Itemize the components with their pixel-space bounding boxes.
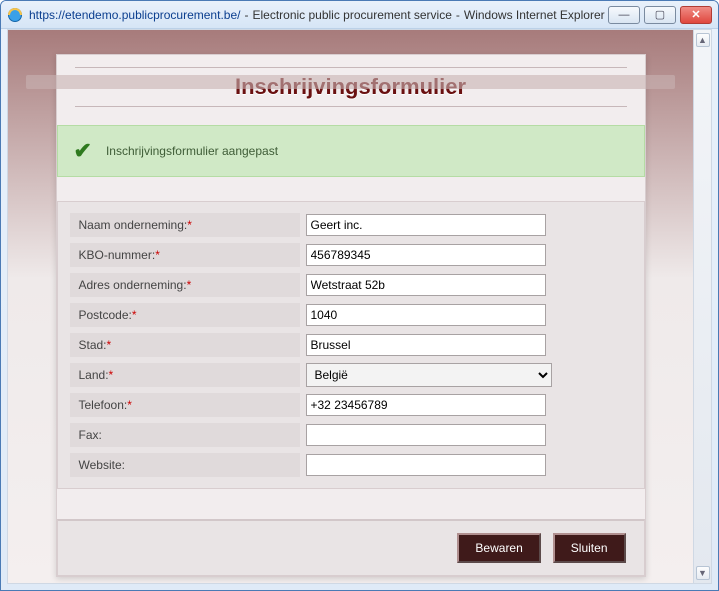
row-fax: Fax: [70, 420, 632, 450]
ie-icon [7, 7, 23, 23]
postcode-label: Postcode: [79, 308, 132, 322]
button-bar: Bewaren Sluiten [57, 519, 645, 576]
form-sheet: Inschrijvingsformulier ✔ Inschrijvingsfo… [56, 54, 646, 577]
city-label: Stad: [79, 338, 107, 352]
row-kbo: KBO-nummer:* [70, 240, 632, 270]
success-alert: ✔ Inschrijvingsformulier aangepast [57, 125, 645, 177]
content-shell: Inschrijvingsformulier ✔ Inschrijvingsfo… [8, 30, 693, 583]
titlebar: https://etendemo.publicprocurement.be/ -… [1, 1, 718, 29]
postcode-input[interactable] [306, 304, 546, 326]
header-band [26, 75, 675, 89]
website-input[interactable] [306, 454, 546, 476]
title-service: Electronic public procurement service [252, 8, 451, 22]
company-label: Naam onderneming: [79, 218, 188, 232]
required-marker: * [127, 398, 132, 412]
scroll-up-button[interactable]: ▲ [696, 33, 710, 47]
required-marker: * [132, 308, 137, 322]
client-area: Inschrijvingsformulier ✔ Inschrijvingsfo… [7, 29, 712, 584]
row-phone: Telefoon:* [70, 390, 632, 420]
title-browser: Windows Internet Explorer [464, 8, 605, 22]
country-label: Land: [79, 368, 109, 382]
row-city: Stad:* [70, 330, 632, 360]
form-block: Naam onderneming:* KBO-nummer:* Adres on… [57, 201, 645, 489]
close-window-button[interactable]: ✕ [680, 6, 712, 24]
check-icon: ✔ [74, 138, 92, 164]
fax-label: Fax: [79, 428, 102, 442]
title-sep-1: - [244, 8, 248, 22]
fax-input[interactable] [306, 424, 546, 446]
country-select[interactable]: België [306, 363, 552, 387]
minimize-button[interactable]: — [608, 6, 640, 24]
browser-window: https://etendemo.publicprocurement.be/ -… [0, 0, 719, 591]
vertical-scrollbar[interactable]: ▲ ▼ [693, 30, 711, 583]
row-country: Land:* België [70, 360, 632, 390]
scroll-down-button[interactable]: ▼ [696, 566, 710, 580]
required-marker: * [109, 368, 114, 382]
row-postcode: Postcode:* [70, 300, 632, 330]
row-address: Adres onderneming:* [70, 270, 632, 300]
window-buttons: — ▢ ✕ [608, 6, 712, 24]
address-label: Adres onderneming: [79, 278, 187, 292]
save-button[interactable]: Bewaren [457, 533, 540, 563]
address-input[interactable] [306, 274, 546, 296]
title-url: https://etendemo.publicprocurement.be/ [29, 8, 240, 22]
alert-text: Inschrijvingsformulier aangepast [106, 144, 278, 158]
required-marker: * [155, 248, 160, 262]
required-marker: * [187, 278, 192, 292]
required-marker: * [107, 338, 112, 352]
row-website: Website: [70, 450, 632, 480]
kbo-input[interactable] [306, 244, 546, 266]
title-sep-2: - [456, 8, 460, 22]
phone-label: Telefoon: [79, 398, 128, 412]
row-company: Naam onderneming:* [70, 210, 632, 240]
close-button[interactable]: Sluiten [553, 533, 626, 563]
website-label: Website: [79, 458, 125, 472]
phone-input[interactable] [306, 394, 546, 416]
company-input[interactable] [306, 214, 546, 236]
maximize-button[interactable]: ▢ [644, 6, 676, 24]
required-marker: * [187, 218, 192, 232]
city-input[interactable] [306, 334, 546, 356]
kbo-label: KBO-nummer: [79, 248, 156, 262]
